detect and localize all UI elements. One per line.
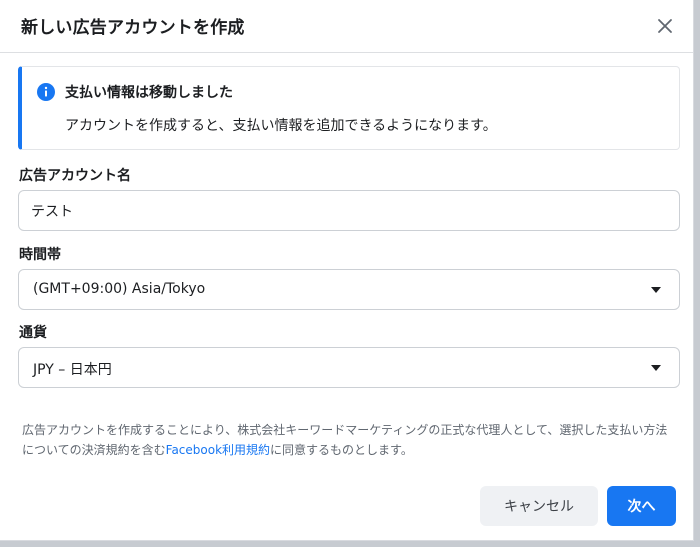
dialog-title: 新しい広告アカウントを作成 [21,18,245,38]
chevron-down-icon [651,365,661,371]
account-name-field[interactable] [18,190,680,231]
payment-info-notice: 支払い情報は移動しました アカウントを作成すると、支払い情報を追加できるようにな… [18,66,680,150]
legal-text-after: に同意するものとします。 [270,443,413,457]
timezone-value: (GMT+09:00) Asia/Tokyo [33,281,206,297]
close-button[interactable] [653,14,677,38]
currency-label: 通貨 [19,325,47,341]
next-button[interactable]: 次へ [607,486,676,526]
create-ad-account-dialog: 新しい広告アカウントを作成 支払い情報は移動しました アカウントを作成すると、支… [0,0,694,541]
background-edge-bottom [0,541,700,547]
notice-title: 支払い情報は移動しました [65,85,233,101]
timezone-label: 時間帯 [19,247,61,263]
chevron-down-icon [651,287,661,293]
account-name-label: 広告アカウント名 [19,168,131,184]
dialog-header: 新しい広告アカウントを作成 [0,0,693,53]
currency-select[interactable]: JPY – 日本円 [18,347,680,388]
legal-text: 広告アカウントを作成することにより、株式会社キーワードマーケティングの正式な代理… [22,420,676,460]
info-icon [37,83,55,101]
notice-text: アカウントを作成すると、支払い情報を追加できるようになります。 [65,118,497,134]
cancel-button[interactable]: キャンセル [480,486,598,526]
account-name-input[interactable] [31,191,667,230]
facebook-terms-link[interactable]: Facebook利用規約 [166,443,270,457]
background-edge-right [694,0,700,547]
currency-value: JPY – 日本円 [33,362,112,378]
timezone-select[interactable]: (GMT+09:00) Asia/Tokyo [18,269,680,310]
close-icon [658,19,672,33]
